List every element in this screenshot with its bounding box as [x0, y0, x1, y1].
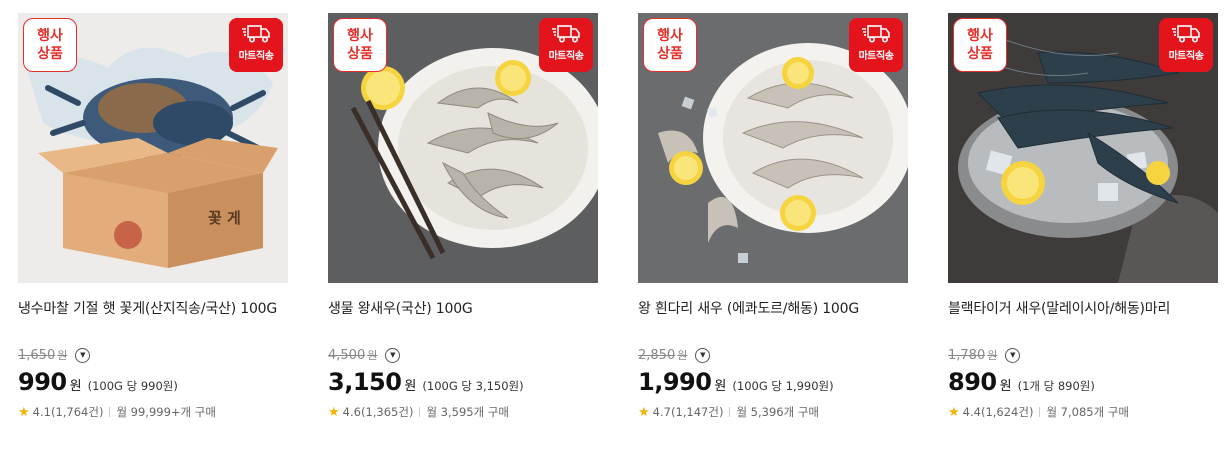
event-badge: 행사 상품	[643, 18, 697, 72]
rating-value: 4.7	[652, 405, 671, 419]
divider	[1039, 407, 1041, 417]
product-card[interactable]: 행사 상품 마트직송 왕 흰다리 새우 (에콰도르/해동) 100G 2,850…	[638, 13, 908, 420]
event-badge-line2: 상품	[347, 46, 373, 62]
divider	[419, 407, 421, 417]
price-won: 원	[404, 379, 417, 394]
original-price-won: 원	[677, 349, 688, 362]
mart-badge-label: 마트직송	[1168, 51, 1204, 62]
product-image[interactable]: 행사 상품 마트직송	[948, 13, 1218, 283]
original-price-won: 원	[57, 349, 68, 362]
star-icon: ★	[328, 404, 340, 420]
product-image[interactable]: 행사 상품 마트직송	[638, 13, 908, 283]
chevron-down-icon[interactable]: ▼	[1005, 347, 1021, 363]
event-badge-line1: 행사	[967, 28, 993, 44]
product-name[interactable]: 냉수마찰 기절 햇 꽃게(산지직송/국산) 100G	[18, 299, 288, 343]
delivery-truck-icon	[242, 25, 270, 43]
mart-delivery-badge: 마트직송	[849, 18, 903, 72]
event-badge: 행사 상품	[333, 18, 387, 72]
product-image[interactable]: 꽃 게 행사 상품 마트직송	[18, 13, 288, 283]
divider	[729, 407, 731, 417]
price-won: 원	[714, 379, 727, 394]
star-icon: ★	[948, 404, 960, 420]
original-price-won: 원	[987, 349, 998, 362]
product-grid: 꽃 게 행사 상품 마트직송 냉수마찰 기절 햇 꽃게(산지직송/국산) 100…	[0, 0, 1231, 455]
star-icon: ★	[638, 404, 650, 420]
event-badge-line1: 행사	[347, 28, 373, 44]
product-name[interactable]: 블랙타이거 새우(말레이시아/해동)마리	[948, 299, 1218, 343]
chevron-down-icon[interactable]: ▼	[385, 347, 401, 363]
sale-price: 1,990	[638, 368, 712, 396]
purchase-count: 월 7,085개 구매	[1046, 405, 1129, 419]
review-count[interactable]: (1,624건)	[981, 404, 1033, 420]
product-image[interactable]: 행사 상품 마트직송	[328, 13, 598, 283]
delivery-truck-icon	[1172, 25, 1200, 43]
event-badge-line2: 상품	[657, 46, 683, 62]
original-price: 1,650	[18, 347, 56, 363]
price-won: 원	[69, 379, 82, 394]
event-badge: 행사 상품	[23, 18, 77, 72]
sale-price: 3,150	[328, 368, 402, 396]
delivery-truck-icon	[862, 25, 890, 43]
event-badge-line2: 상품	[967, 46, 993, 62]
rating-value: 4.4	[962, 405, 981, 419]
original-price: 4,500	[328, 347, 366, 363]
mart-badge-label: 마트직송	[858, 51, 894, 62]
mart-delivery-badge: 마트직송	[229, 18, 283, 72]
event-badge: 행사 상품	[953, 18, 1007, 72]
box-label-text: 꽃 게	[208, 209, 241, 227]
mart-delivery-badge: 마트직송	[539, 18, 593, 72]
chevron-down-icon[interactable]: ▼	[695, 347, 711, 363]
review-count[interactable]: (1,365건)	[361, 404, 413, 420]
mart-badge-label: 마트직송	[548, 51, 584, 62]
rating-value: 4.1	[32, 405, 51, 419]
unit-price: (100G 당 990원)	[87, 379, 178, 393]
original-price-won: 원	[367, 349, 378, 362]
original-price: 1,780	[948, 347, 986, 363]
sale-price: 990	[18, 368, 67, 396]
review-count[interactable]: (1,147건)	[671, 404, 723, 420]
unit-price: (1개 당 890원)	[1017, 379, 1095, 393]
rating-value: 4.6	[342, 405, 361, 419]
product-card[interactable]: 행사 상품 마트직송 블랙타이거 새우(말레이시아/해동)마리 1,780 원 …	[948, 13, 1218, 420]
event-badge-line2: 상품	[37, 46, 63, 62]
mart-delivery-badge: 마트직송	[1159, 18, 1213, 72]
purchase-count: 월 99,999+개 구매	[116, 405, 216, 419]
event-badge-line1: 행사	[37, 28, 63, 44]
chevron-down-icon[interactable]: ▼	[75, 347, 91, 363]
mart-badge-label: 마트직송	[238, 51, 274, 62]
unit-price: (100G 당 1,990원)	[732, 379, 834, 393]
price-won: 원	[999, 379, 1012, 394]
sale-price: 890	[948, 368, 997, 396]
product-card[interactable]: 행사 상품 마트직송 생물 왕새우(국산) 100G 4,500 원 ▼ 3,1…	[328, 13, 598, 420]
product-card[interactable]: 꽃 게 행사 상품 마트직송 냉수마찰 기절 햇 꽃게(산지직송/국산) 100…	[18, 13, 288, 420]
original-price: 2,850	[638, 347, 676, 363]
purchase-count: 월 5,396개 구매	[736, 405, 819, 419]
event-badge-line1: 행사	[657, 28, 683, 44]
divider	[109, 407, 111, 417]
review-count[interactable]: (1,764건)	[51, 404, 103, 420]
delivery-truck-icon	[552, 25, 580, 43]
star-icon: ★	[18, 404, 30, 420]
purchase-count: 월 3,595개 구매	[426, 405, 509, 419]
product-name[interactable]: 왕 흰다리 새우 (에콰도르/해동) 100G	[638, 299, 908, 343]
unit-price: (100G 당 3,150원)	[422, 379, 524, 393]
product-name[interactable]: 생물 왕새우(국산) 100G	[328, 299, 598, 343]
